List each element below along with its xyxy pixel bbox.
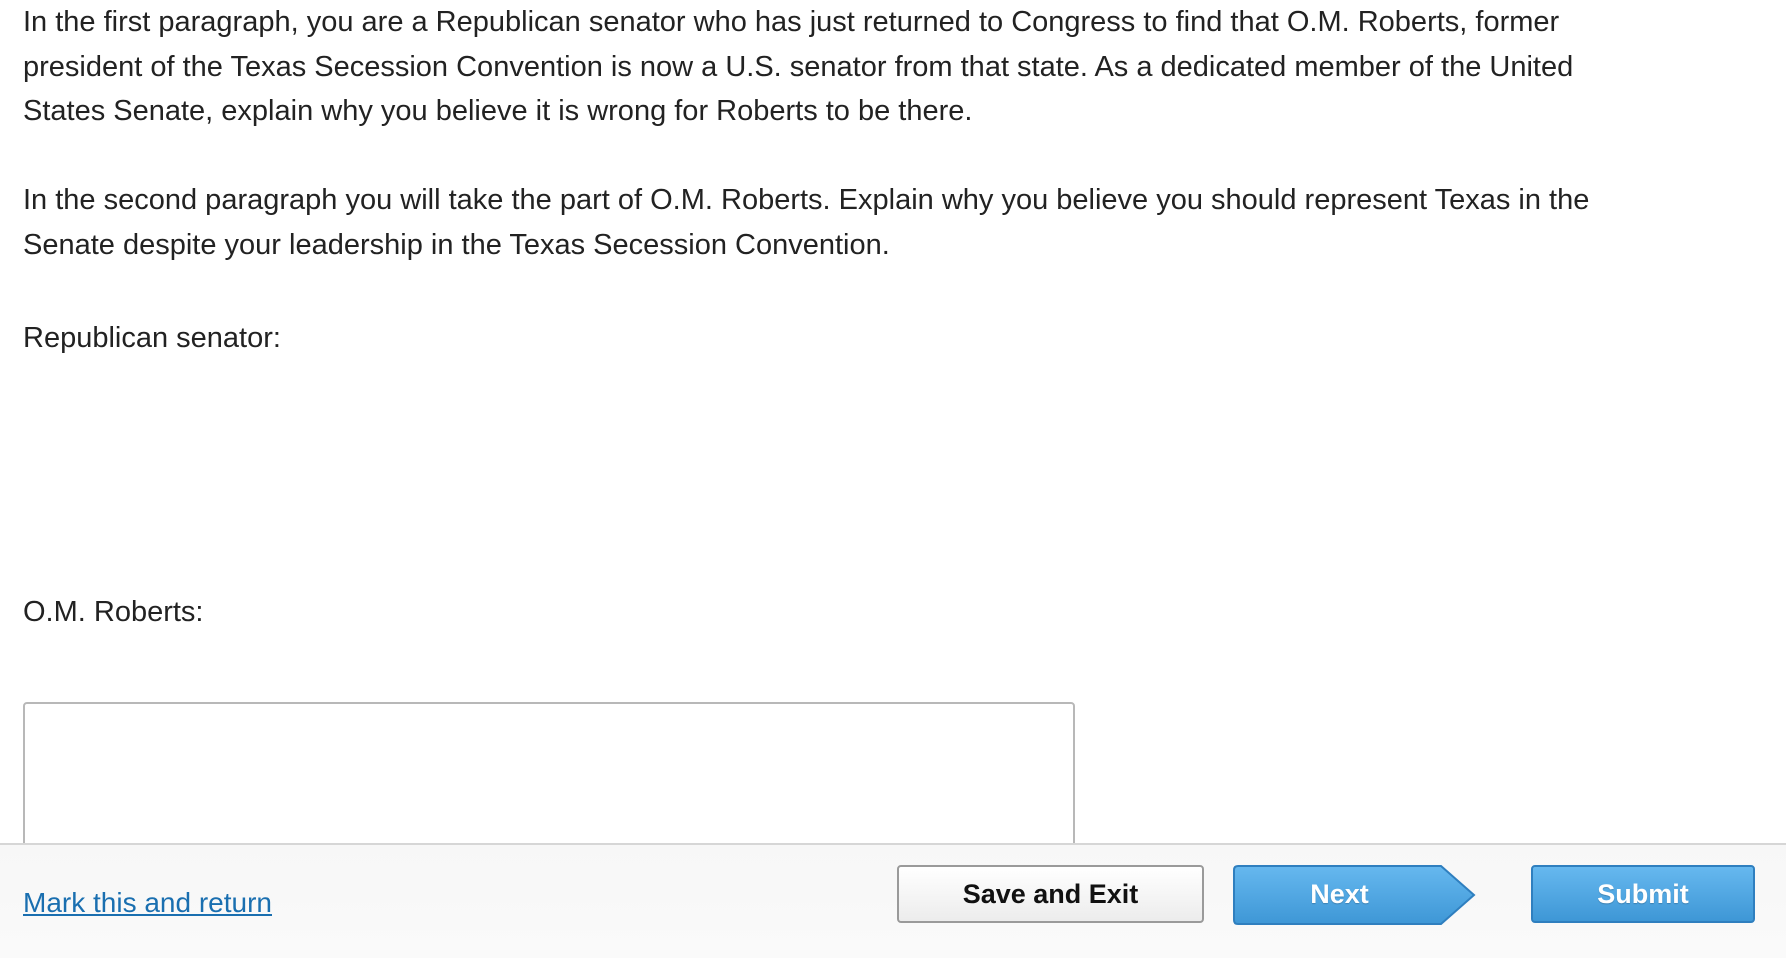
next-label: Next <box>1310 878 1369 909</box>
mark-and-return-link[interactable]: Mark this and return <box>23 887 272 919</box>
submit-button[interactable]: Submit <box>1531 865 1755 923</box>
instruction-paragraph-1: In the first paragraph, you are a Republ… <box>23 0 1573 134</box>
paragraph-2-line: In the second paragraph you will take th… <box>23 184 1590 216</box>
paragraph-2-line: Senate despite your leadership in the Te… <box>23 228 890 261</box>
om-roberts-label: O.M. Roberts: <box>23 596 204 628</box>
republican-senator-label: Republican senator: <box>23 322 281 354</box>
next-button[interactable]: Next <box>1233 865 1476 925</box>
footer-toolbar: Mark this and return Save and Exit Next … <box>0 843 1786 958</box>
submit-label: Submit <box>1597 878 1689 909</box>
save-and-exit-button[interactable]: Save and Exit <box>897 865 1204 923</box>
instruction-paragraph-2: In the second paragraph you will take th… <box>23 178 1589 267</box>
paragraph-1-line: States Senate, explain why you believe i… <box>23 95 973 127</box>
paragraph-1-line: president of the Texas Secession Convent… <box>23 50 1574 83</box>
question-page: In the first paragraph, you are a Republ… <box>0 0 1786 958</box>
paragraph-1-line: In the first paragraph, you are a Republ… <box>23 6 1560 38</box>
save-and-exit-label: Save and Exit <box>962 878 1139 909</box>
